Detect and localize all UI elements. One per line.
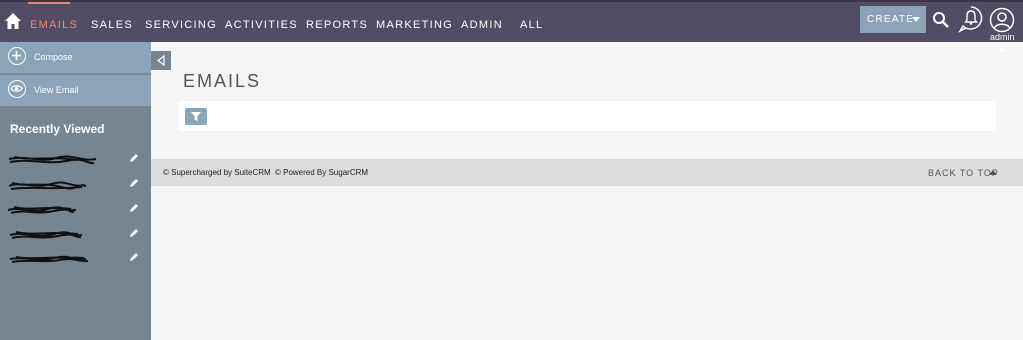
nav-servicing[interactable]: SERVICING [145, 19, 217, 31]
nav-all[interactable]: ALL [520, 19, 543, 31]
compose-action[interactable]: Compose [0, 42, 151, 74]
supercharged-by-link[interactable]: © Supercharged by SuiteCRM [163, 168, 271, 177]
compose-label: Compose [34, 52, 73, 62]
home-icon[interactable] [4, 12, 22, 30]
redacted-scribble [9, 231, 83, 239]
nav-marketing[interactable]: MARKETING [376, 19, 453, 31]
edit-pencil-icon[interactable] [129, 153, 139, 163]
nav-activities[interactable]: ACTIVITIES [225, 19, 298, 31]
caret-up-icon [989, 170, 997, 175]
plus-circle-icon [8, 47, 26, 65]
recently-viewed-title: Recently Viewed [10, 122, 105, 136]
edit-pencil-icon[interactable] [129, 252, 139, 262]
nav-admin[interactable]: ADMIN [461, 19, 503, 31]
corner-caret-icon [998, 49, 1006, 53]
filter-button[interactable] [185, 108, 207, 125]
active-tab-indicator [28, 2, 70, 4]
redacted-scribble [8, 181, 87, 190]
footer: © Supercharged by SuiteCRM © Powered By … [151, 159, 1023, 186]
filter-bar [179, 101, 996, 131]
eye-icon [8, 80, 26, 98]
top-navigation-bar: EMAILS SALES SERVICING ACTIVITIES REPORT… [0, 0, 1023, 42]
edit-pencil-icon[interactable] [129, 228, 139, 238]
recent-item[interactable] [0, 224, 151, 246]
user-name-label: admin [990, 32, 1015, 42]
sidebar: Compose View Email Recently Viewed [0, 42, 151, 340]
redacted-scribble [8, 155, 97, 165]
nav-reports[interactable]: REPORTS [306, 19, 368, 31]
collapse-arrow-icon [157, 54, 165, 67]
recent-item[interactable] [0, 149, 151, 171]
recent-item[interactable] [0, 174, 151, 196]
nav-emails[interactable]: EMAILS [30, 19, 78, 31]
create-caret-icon [912, 17, 920, 22]
nav-sales[interactable]: SALES [91, 19, 133, 31]
redacted-scribble [7, 206, 77, 214]
page-title: EMAILS [183, 71, 262, 91]
view-email-action[interactable]: View Email [0, 75, 151, 106]
user-icon[interactable] [989, 7, 1015, 33]
recent-item[interactable] [0, 199, 151, 221]
search-icon[interactable] [932, 11, 949, 28]
edit-pencil-icon[interactable] [129, 203, 139, 213]
edit-pencil-icon[interactable] [129, 178, 139, 188]
sidebar-collapse-button[interactable] [151, 51, 171, 70]
view-email-label: View Email [34, 85, 79, 95]
redacted-scribble [9, 255, 89, 263]
bell-icon[interactable] [958, 5, 984, 33]
filter-icon [191, 112, 201, 121]
recent-item[interactable] [0, 248, 151, 270]
powered-by-link[interactable]: © Powered By SugarCRM [275, 168, 368, 177]
